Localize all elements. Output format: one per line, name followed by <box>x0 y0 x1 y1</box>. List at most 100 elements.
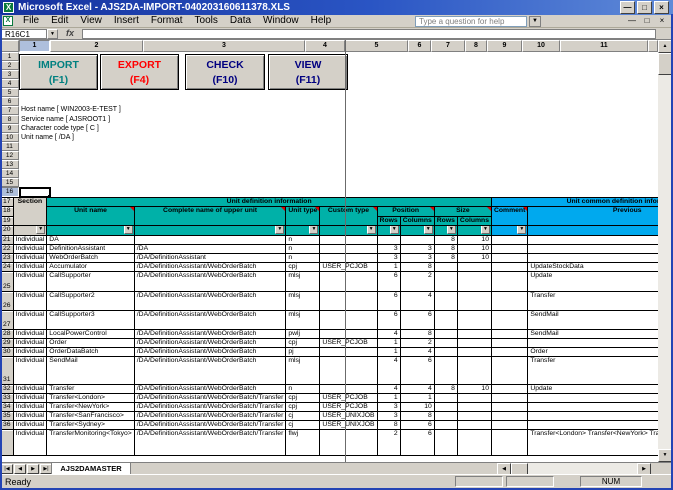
cell-unit-name[interactable]: DefinitionAssistant <box>47 245 134 254</box>
cell-pos-cols[interactable] <box>400 236 434 245</box>
row-header-30[interactable]: 30 <box>1 348 14 357</box>
workbook-close-button[interactable]: × <box>655 16 669 27</box>
cell-pos-cols[interactable]: 2 <box>400 339 434 348</box>
cell-pos-rows[interactable]: 3 <box>377 412 400 421</box>
cell-comment[interactable] <box>491 272 527 292</box>
filter-dropdown-icon[interactable]: ▼ <box>309 226 318 235</box>
restore-button[interactable]: □ <box>637 1 652 14</box>
cell-complete-name[interactable]: /DA/DefinitionAssistant/WebOrderBatch <box>134 311 286 330</box>
row-header-2[interactable]: 2 <box>0 61 19 70</box>
cell-size-rows[interactable] <box>434 357 457 385</box>
cell-unit-name[interactable]: DA <box>47 236 134 245</box>
row-header-22[interactable]: 22 <box>1 245 14 254</box>
cell-pos-cols[interactable]: 6 <box>400 421 434 430</box>
menu-edit[interactable]: Edit <box>45 15 74 26</box>
cell-custom-type[interactable] <box>320 430 377 456</box>
row-header-31[interactable]: 31 <box>1 357 14 385</box>
cell-size-cols[interactable] <box>457 263 491 272</box>
cell-unit-name[interactable]: Order <box>47 339 134 348</box>
cell-pos-rows[interactable]: 3 <box>377 245 400 254</box>
cell-size-cols[interactable]: 10 <box>457 254 491 263</box>
row-header-16[interactable]: 16 <box>0 187 19 197</box>
cell-size-cols[interactable]: 10 <box>457 385 491 394</box>
cell-previous[interactable]: Transfer <box>528 292 658 311</box>
cell-size-cols[interactable] <box>457 403 491 412</box>
filter-dropdown-icon[interactable]: ▼ <box>36 226 45 235</box>
cell-custom-type[interactable]: USER_PCJOB <box>320 263 377 272</box>
cell-complete-name[interactable]: /DA/DefinitionAssistant/WebOrderBatch <box>134 339 286 348</box>
cell-size-rows[interactable]: 8 <box>434 245 457 254</box>
cell-previous[interactable] <box>528 339 658 348</box>
cell-unit-type[interactable]: mlsj <box>286 272 320 292</box>
cell-pos-rows[interactable]: 4 <box>377 385 400 394</box>
cell-unit-name[interactable]: LocalPowerControl <box>47 330 134 339</box>
cell-size-rows[interactable] <box>434 263 457 272</box>
cell-pos-rows[interactable]: 4 <box>377 357 400 385</box>
cell-size-cols[interactable] <box>457 292 491 311</box>
filter-dropdown-icon[interactable]: ▼ <box>124 226 133 235</box>
close-button[interactable]: × <box>654 1 669 14</box>
cell-comment[interactable] <box>491 311 527 330</box>
cell-complete-name[interactable]: /DA/DefinitionAssistant/WebOrderBatch/Tr… <box>134 403 286 412</box>
cell-unit-name[interactable]: CallSupporter3 <box>47 311 134 330</box>
cell-section[interactable]: Individual <box>13 311 47 330</box>
cell-previous[interactable]: SendMail <box>528 330 658 339</box>
scroll-down-button[interactable]: ▼ <box>658 449 672 462</box>
export-button[interactable]: EXPORT (F4) <box>100 54 179 90</box>
filter-dropdown-icon[interactable]: ▼ <box>424 226 433 235</box>
cell-complete-name[interactable]: /DA/DefinitionAssistant/WebOrderBatch/Tr… <box>134 412 286 421</box>
cell-size-cols[interactable] <box>457 394 491 403</box>
cell-section[interactable]: Individual <box>13 403 47 412</box>
scroll-up-button[interactable]: ▲ <box>658 40 672 53</box>
cell-section[interactable]: Individual <box>13 394 47 403</box>
cell-previous[interactable]: Transfer<London> Transfer<NewYork> Trans… <box>528 430 658 456</box>
cell-pos-cols[interactable]: 6 <box>400 357 434 385</box>
row-header-25[interactable]: 25 <box>1 272 14 292</box>
cell-pos-cols[interactable]: 8 <box>400 330 434 339</box>
cell-custom-type[interactable] <box>320 311 377 330</box>
cell-section[interactable]: Individual <box>13 357 47 385</box>
cell-unit-type[interactable]: pj <box>286 348 320 357</box>
cell-unit-type[interactable]: cpj <box>286 339 320 348</box>
cell-section[interactable]: Individual <box>13 385 47 394</box>
cell-comment[interactable] <box>491 292 527 311</box>
row-header[interactable]: 17 <box>1 198 14 207</box>
row-header-11[interactable]: 11 <box>0 142 19 151</box>
cell-previous[interactable] <box>528 403 658 412</box>
row-header-13[interactable]: 13 <box>0 160 19 169</box>
menu-view[interactable]: View <box>74 15 108 26</box>
column-header-5[interactable]: 5 <box>345 40 408 52</box>
cell-unit-type[interactable]: mlsj <box>286 311 320 330</box>
cell-section[interactable]: Individual <box>13 330 47 339</box>
cell-custom-type[interactable]: USER_PCJOB <box>320 339 377 348</box>
cell-comment[interactable] <box>491 430 527 456</box>
check-button[interactable]: CHECK (F10) <box>185 54 265 90</box>
header-size-rows[interactable]: Rows <box>434 217 457 226</box>
cell-size-rows[interactable] <box>434 330 457 339</box>
row-header[interactable]: 20 <box>1 226 14 236</box>
cell-pos-cols[interactable]: 2 <box>400 272 434 292</box>
cell-complete-name[interactable]: /DA/DefinitionAssistant/WebOrderBatch/Tr… <box>134 430 286 456</box>
formula-input[interactable] <box>82 29 656 39</box>
menu-insert[interactable]: Insert <box>108 15 145 26</box>
cell-pos-rows[interactable]: 4 <box>377 330 400 339</box>
row-header-21[interactable]: 21 <box>1 236 14 245</box>
cell-comment[interactable] <box>491 348 527 357</box>
cell-complete-name[interactable]: /DA/DefinitionAssistant/WebOrderBatch <box>134 385 286 394</box>
row-header[interactable]: 19 <box>1 217 14 226</box>
cell-section[interactable]: Individual <box>13 430 47 456</box>
cell-pos-rows[interactable]: 6 <box>377 311 400 330</box>
view-button[interactable]: VIEW (F11) <box>268 54 348 90</box>
column-header-11[interactable]: 11 <box>560 40 648 52</box>
cell-size-cols[interactable] <box>457 412 491 421</box>
workbook-restore-button[interactable]: □ <box>640 16 654 27</box>
cell-section[interactable]: Individual <box>13 236 47 245</box>
row-header-35[interactable]: 35 <box>1 412 14 421</box>
cell-previous[interactable] <box>528 254 658 263</box>
cell-pos-rows[interactable]: 1 <box>377 263 400 272</box>
cell-unit-type[interactable]: cpj <box>286 403 320 412</box>
cell-unit-name[interactable]: Transfer<Sydney> <box>47 421 134 430</box>
cell-unit-type[interactable]: flwj <box>286 430 320 456</box>
cell-unit-type[interactable]: cpj <box>286 394 320 403</box>
cell-pos-cols[interactable]: 8 <box>400 412 434 421</box>
